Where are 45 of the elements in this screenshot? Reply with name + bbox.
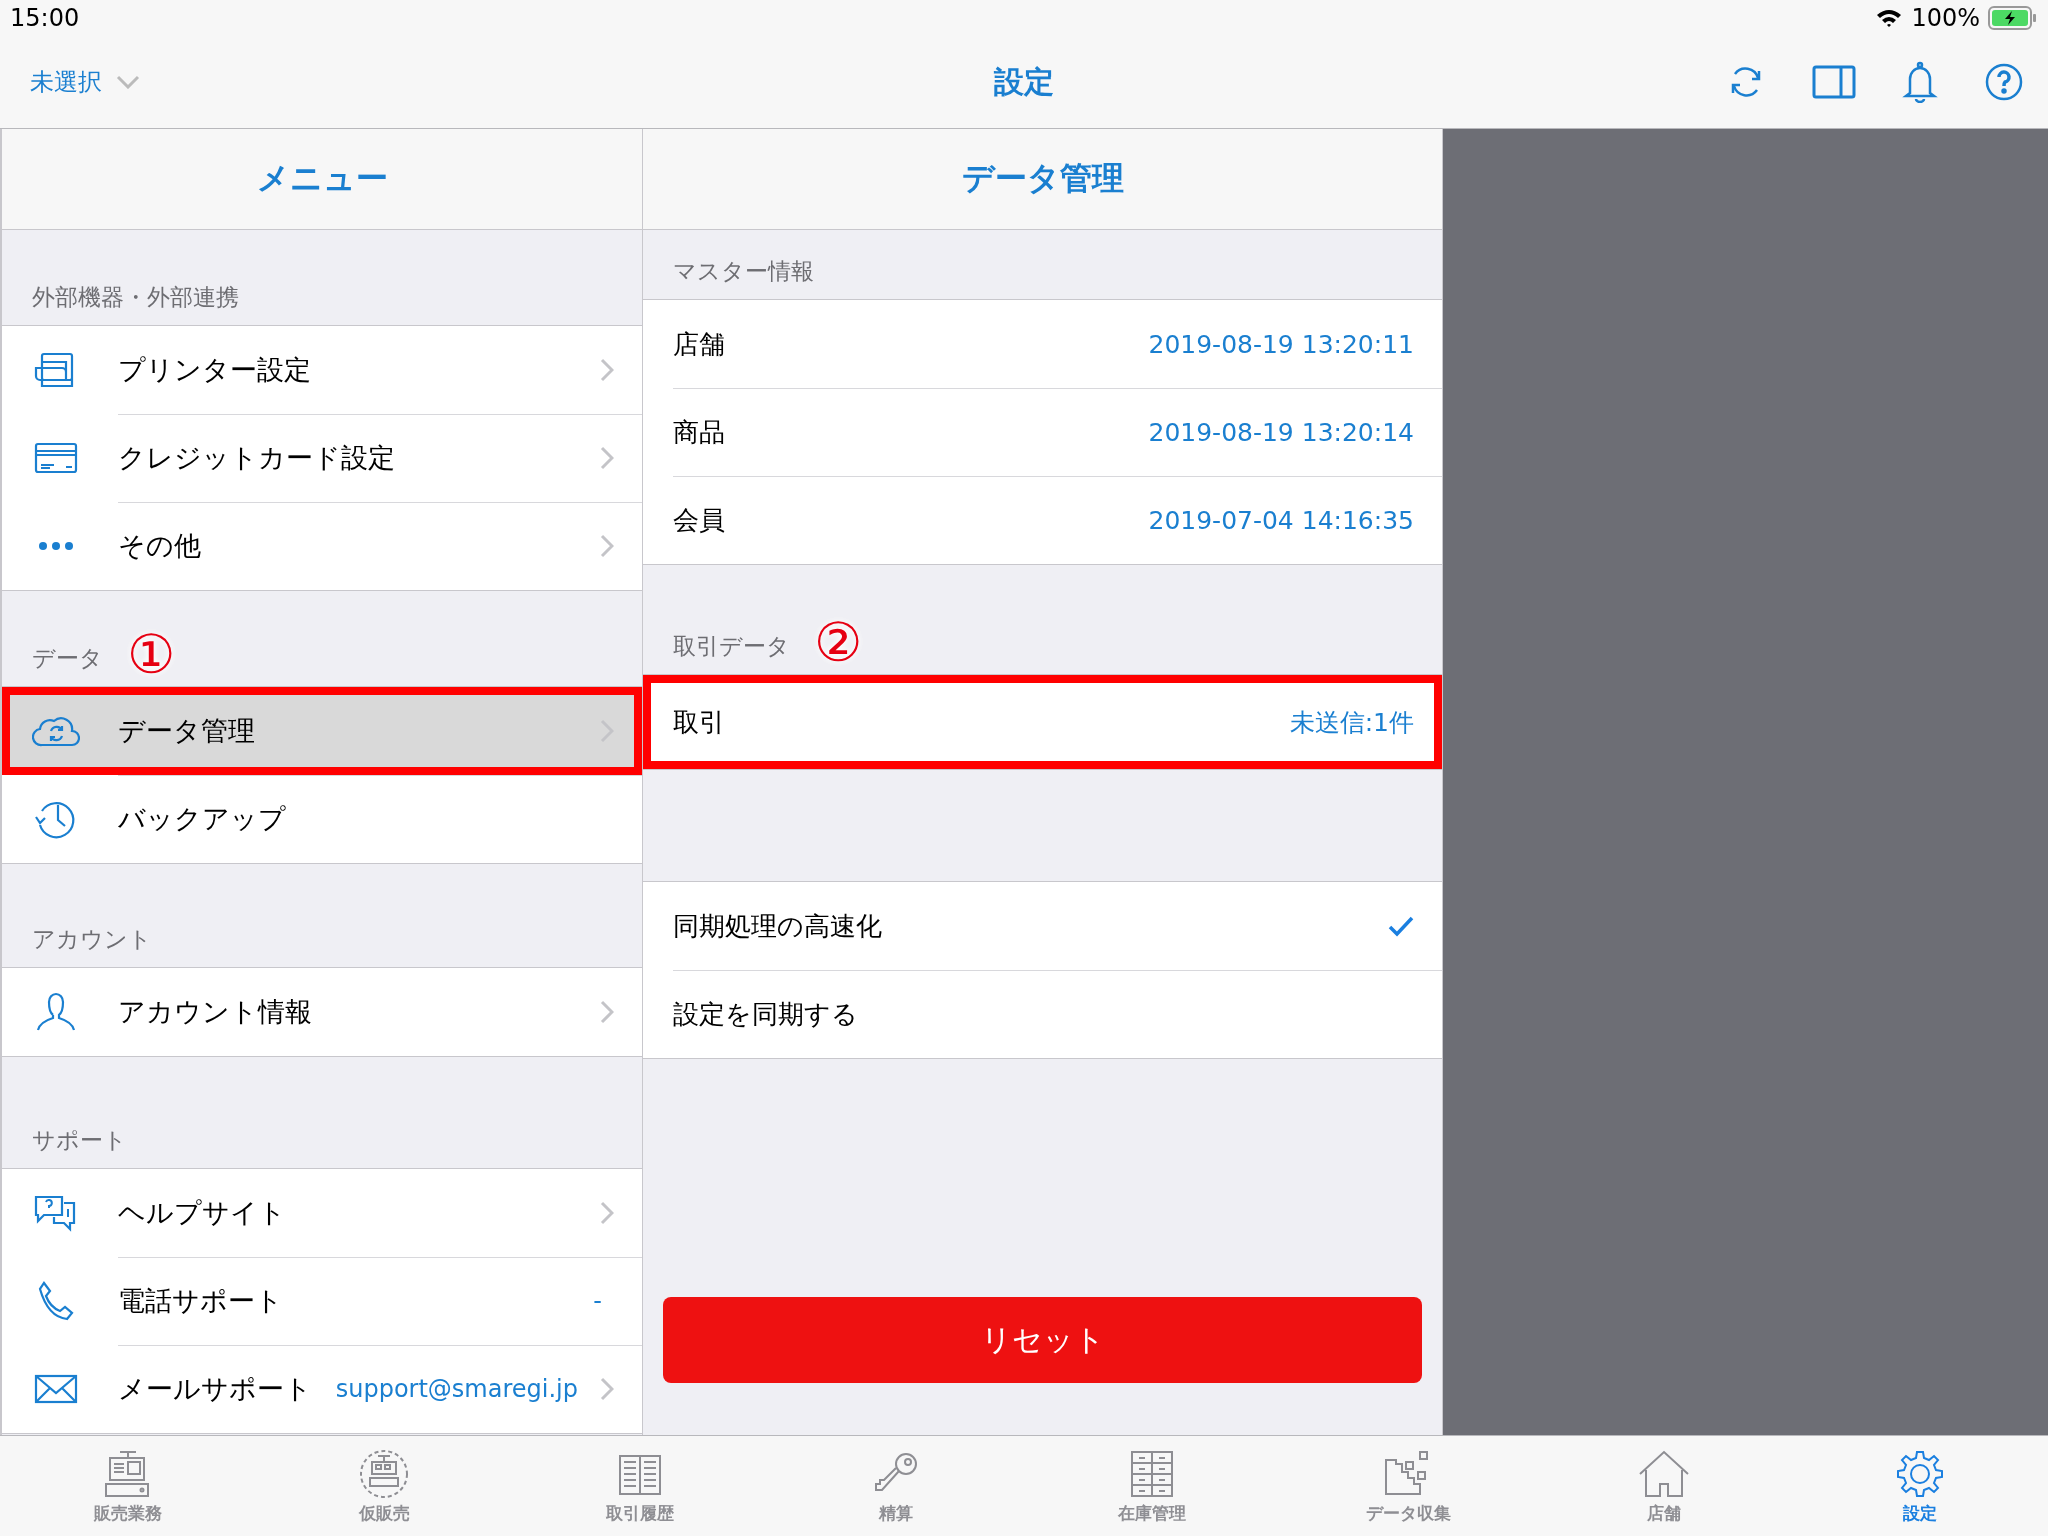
battery-icon bbox=[1988, 6, 2038, 30]
row-value: 未送信:1件 bbox=[1289, 706, 1414, 739]
row-value: 2019-08-19 13:20:14 bbox=[1148, 417, 1414, 447]
menu-item-label: メールサポート bbox=[118, 1372, 312, 1406]
row-value: 2019-07-04 14:16:35 bbox=[1148, 505, 1414, 535]
bell-icon[interactable] bbox=[1902, 61, 1938, 103]
menu-item-label: バックアップ bbox=[118, 802, 286, 836]
section-header: 外部機器・外部連携 bbox=[32, 283, 239, 312]
reset-button[interactable]: リセット bbox=[663, 1297, 1422, 1383]
row-label: 取引 bbox=[673, 705, 725, 739]
row-label: 会員 bbox=[673, 503, 725, 537]
row-label: 設定を同期する bbox=[673, 997, 858, 1031]
step-number: ② bbox=[814, 616, 863, 670]
screen-title: 設定 bbox=[994, 62, 1054, 101]
section-header: マスター情報 bbox=[673, 257, 814, 286]
row-label: 店舗 bbox=[673, 327, 725, 361]
more-icon bbox=[38, 541, 74, 551]
section-header: 取引データ bbox=[673, 632, 790, 661]
menu-item-value: - bbox=[593, 1287, 603, 1315]
row-label: 商品 bbox=[673, 415, 725, 449]
status-time: 15:00 bbox=[10, 4, 80, 32]
wifi-icon bbox=[1875, 8, 1904, 28]
menu-item-label: その他 bbox=[118, 529, 201, 563]
step-number: ① bbox=[127, 628, 176, 682]
menu-item-label: データ管理 bbox=[118, 714, 255, 748]
help-icon[interactable] bbox=[1984, 62, 2024, 102]
row-value: 2019-08-19 13:20:11 bbox=[1148, 329, 1414, 359]
chevron-down-icon bbox=[116, 75, 140, 89]
tab-item[interactable]: 設定 bbox=[1792, 1436, 2048, 1536]
menu-item-label: アカウント情報 bbox=[118, 995, 312, 1029]
store-picker[interactable]: 未選択 bbox=[30, 66, 140, 98]
row-label: 同期処理の高速化 bbox=[673, 909, 882, 943]
menu-item-label: 電話サポート bbox=[118, 1284, 283, 1318]
section-header: データ bbox=[32, 644, 103, 673]
panel-title: データ管理 bbox=[643, 129, 1442, 230]
menu-item-label: ヘルプサイト bbox=[118, 1196, 286, 1230]
battery-percent: 100% bbox=[1911, 4, 1980, 32]
menu-item-value: support@smaregi.jp bbox=[335, 1375, 579, 1403]
panel-title: メニュー bbox=[2, 129, 642, 230]
menu-item[interactable]: データ管理 bbox=[2, 687, 642, 775]
section-header: サポート bbox=[32, 1126, 127, 1155]
section-header: アカウント bbox=[32, 925, 152, 954]
menu-item-label: クレジットカード設定 bbox=[118, 441, 395, 475]
split-view-icon[interactable] bbox=[1812, 65, 1856, 99]
menu-item-label: プリンター設定 bbox=[118, 353, 311, 387]
